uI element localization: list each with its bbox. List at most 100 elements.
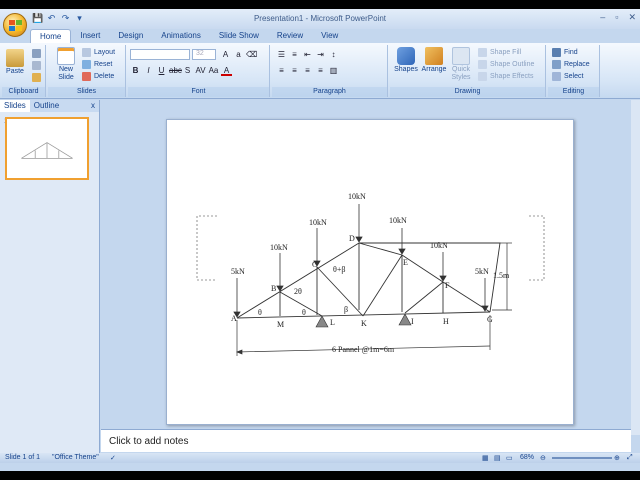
slide-thumbnail[interactable] [5, 117, 89, 180]
shape-fill-button[interactable]: Shape Fill [478, 48, 521, 57]
find-button[interactable]: Find [552, 48, 578, 57]
tab-slide-show[interactable]: Slide Show [210, 29, 268, 43]
select-button[interactable]: Select [552, 72, 583, 81]
pane-tabs: Slides Outline x [0, 100, 99, 112]
align-right-icon[interactable]: ≡ [302, 65, 313, 76]
layout-button[interactable]: Layout [82, 48, 115, 57]
minimize-button[interactable]: – [600, 12, 605, 23]
spacing-icon[interactable]: AV [195, 65, 206, 76]
delete-button[interactable]: Delete [82, 72, 114, 81]
spelling-icon[interactable]: ✓ [110, 454, 116, 462]
slide-canvas[interactable]: 5kN 10kN 10kN 10kN 10kN 10kN 5kN A B C D… [166, 119, 574, 425]
node-e: E [403, 258, 408, 267]
line-spacing-icon[interactable]: ↕ [328, 49, 339, 60]
node-d: D [349, 234, 355, 243]
node-h: H [443, 317, 449, 326]
shapes-icon [397, 47, 415, 65]
load-label-c: 10kN [309, 218, 327, 227]
tab-design[interactable]: Design [109, 29, 152, 43]
load-label-d: 10kN [348, 192, 366, 201]
columns-icon[interactable]: ▥ [328, 65, 339, 76]
truss-diagram: 5kN 10kN 10kN 10kN 10kN 10kN 5kN A B C D… [196, 192, 545, 356]
fit-window-icon[interactable]: ⤢ [627, 454, 633, 462]
increase-indent-icon[interactable]: ⇥ [315, 49, 326, 60]
shapes-button[interactable]: Shapes [392, 47, 420, 73]
zoom-level[interactable]: 68% [520, 454, 534, 461]
replace-button[interactable]: Replace [552, 60, 590, 69]
tab-view[interactable]: View [312, 29, 347, 43]
italic-icon[interactable]: I [143, 65, 154, 76]
window-title: Presentation1 - Microsoft PowerPoint [253, 14, 387, 23]
align-center-icon[interactable]: ≡ [289, 65, 300, 76]
clear-format-icon[interactable]: ⌫ [246, 49, 257, 60]
ribbon-tabs: Home Insert Design Animations Slide Show… [30, 29, 347, 43]
cut-button[interactable] [32, 49, 41, 58]
tab-review[interactable]: Review [268, 29, 312, 43]
office-button[interactable] [3, 13, 27, 37]
shape-outline-button[interactable]: Shape Outline [478, 60, 534, 69]
reset-button[interactable]: Reset [82, 60, 112, 69]
load-arrows [233, 204, 489, 318]
load-label-f: 10kN [430, 241, 448, 250]
slides-label: Slides [48, 87, 125, 97]
paste-icon [6, 49, 24, 67]
layout-icon [82, 48, 91, 57]
clipboard-group: Paste Clipboard [2, 45, 46, 97]
view-sorter-icon[interactable]: ▤ [494, 454, 501, 462]
grow-font-icon[interactable]: A [220, 49, 231, 60]
shape-effects-button[interactable]: Shape Effects [478, 72, 533, 81]
office-logo-icon [9, 20, 22, 31]
view-slideshow-icon[interactable]: ▭ [506, 454, 513, 462]
shadow-icon[interactable]: S [182, 65, 193, 76]
angle-theta-l: θ [302, 308, 306, 317]
tab-home[interactable]: Home [30, 29, 72, 43]
maximize-button[interactable]: ▫ [615, 12, 618, 23]
tab-animations[interactable]: Animations [152, 29, 210, 43]
node-i: I [411, 317, 414, 326]
shrink-font-icon[interactable]: a [233, 49, 244, 60]
node-l: L [330, 318, 335, 327]
paragraph-group: ☰ ≡ ⇤ ⇥ ↕ ≡ ≡ ≡ ≡ ▥ Paragraph [272, 45, 388, 97]
truss-members [236, 242, 501, 319]
font-size-combo[interactable]: 32 [192, 49, 216, 60]
change-case-icon[interactable]: Aa [208, 65, 219, 76]
align-left-icon[interactable]: ≡ [276, 65, 287, 76]
tab-outline[interactable]: Outline [30, 100, 63, 112]
paragraph-label: Paragraph [272, 87, 387, 97]
format-painter-button[interactable] [32, 73, 41, 82]
notes-pane[interactable]: Click to add notes [101, 429, 631, 452]
tab-insert[interactable]: Insert [71, 29, 109, 43]
bullets-icon[interactable]: ☰ [276, 49, 287, 60]
view-normal-icon[interactable]: ▦ [482, 454, 489, 462]
copy-button[interactable] [32, 61, 41, 70]
justify-icon[interactable]: ≡ [315, 65, 326, 76]
pane-close-button[interactable]: x [91, 100, 99, 112]
numbering-icon[interactable]: ≡ [289, 49, 300, 60]
tab-slides[interactable]: Slides [0, 100, 30, 112]
quick-styles-button[interactable]: Quick Styles [448, 47, 474, 82]
arrange-button[interactable]: Arrange [420, 47, 448, 73]
decrease-indent-icon[interactable]: ⇤ [302, 49, 313, 60]
underline-icon[interactable]: U [156, 65, 167, 76]
node-f: F [445, 281, 450, 290]
list-buttons: ☰ ≡ ⇤ ⇥ ↕ [276, 49, 339, 60]
vertical-scrollbar[interactable] [631, 100, 640, 435]
node-m: M [277, 320, 284, 329]
span-label: 6 Pannel @1m=6m [332, 345, 395, 354]
bold-icon[interactable]: B [130, 65, 141, 76]
support-i-icon [398, 313, 412, 326]
zoom-out-icon[interactable]: ⊖ [540, 454, 546, 462]
new-slide-button[interactable]: New Slide [52, 47, 80, 82]
strikethrough-icon[interactable]: abc [169, 65, 182, 76]
close-button[interactable]: ✕ [628, 12, 636, 23]
drawing-group: Shapes Arrange Quick Styles Shape Fill S… [390, 45, 546, 97]
font-name-combo[interactable] [130, 49, 190, 60]
slide-editing-area: 5kN 10kN 10kN 10kN 10kN 10kN 5kN A B C D… [101, 109, 631, 435]
node-a: A [231, 314, 237, 323]
status-bar: Slide 1 of 1 "Office Theme" ✓ ▦ ▤ ▭ 68% … [0, 453, 640, 463]
powerpoint-window: 💾 ↶ ↷ ▾ Presentation1 - Microsoft PowerP… [0, 9, 640, 471]
font-color-icon[interactable]: A [221, 65, 232, 76]
zoom-slider[interactable] [552, 457, 612, 459]
paste-button[interactable]: Paste [4, 49, 26, 75]
zoom-in-icon[interactable]: ⊕ [614, 454, 620, 462]
